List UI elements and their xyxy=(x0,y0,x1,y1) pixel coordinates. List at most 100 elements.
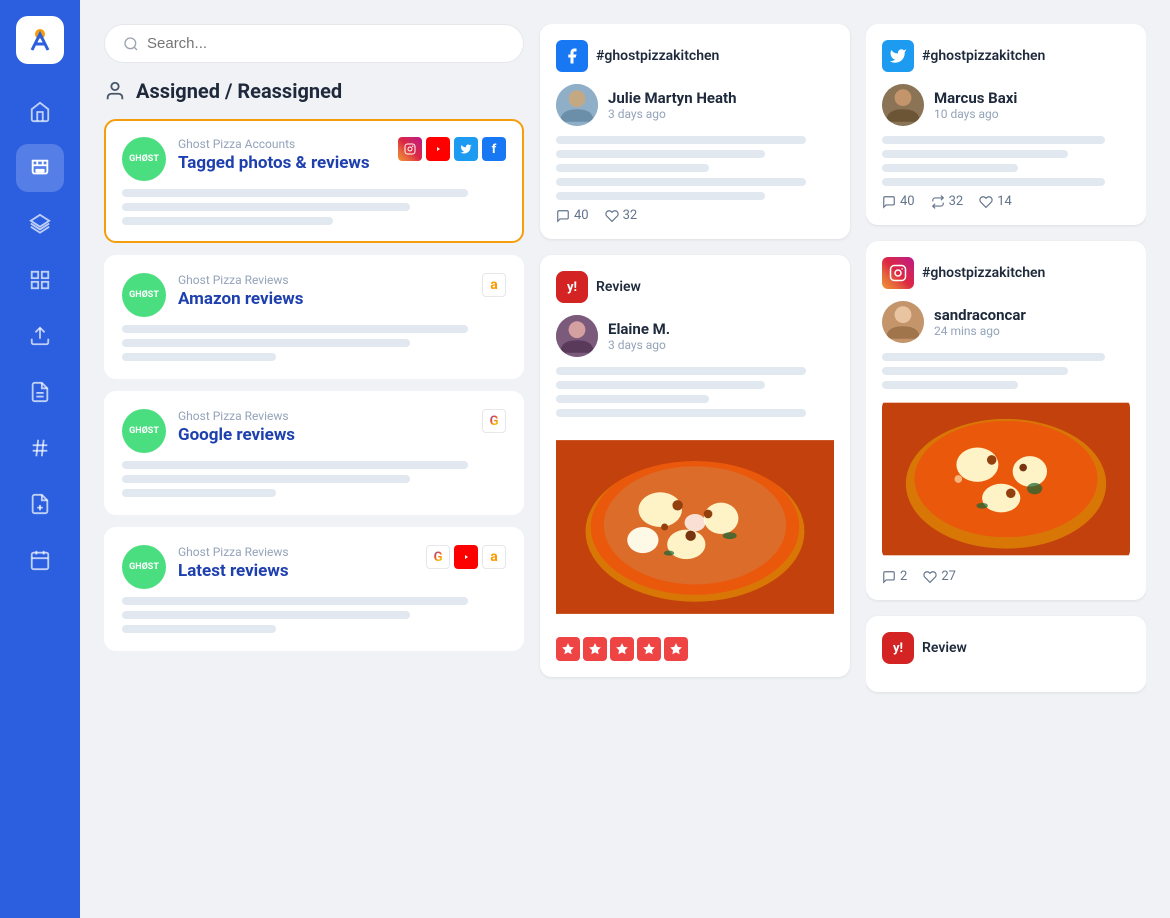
right-author-name-2: sandraconcar xyxy=(934,306,1026,324)
right-post-author-2: sandraconcar 24 mins ago xyxy=(882,301,1130,343)
stream-label-2: Ghost Pizza Reviews xyxy=(178,273,470,287)
sidebar-item-publish[interactable] xyxy=(16,312,64,360)
line xyxy=(556,164,709,172)
line xyxy=(122,189,468,197)
line xyxy=(122,339,410,347)
like-action-1[interactable]: 32 xyxy=(605,208,638,223)
stream-icons-2: a xyxy=(482,273,506,297)
line xyxy=(556,192,765,200)
post-content-2 xyxy=(556,367,834,417)
search-input[interactable] xyxy=(147,35,505,52)
post-header-1: #ghostpizzakitchen xyxy=(556,40,834,72)
stream-title-1: Tagged photos & reviews xyxy=(178,153,386,173)
sidebar-item-grid[interactable] xyxy=(16,256,64,304)
right-post-platform-label-3: Review xyxy=(922,640,967,656)
stream-card-1[interactable]: GHØST Ghost Pizza Accounts Tagged photos… xyxy=(104,119,524,243)
author-name-1: Julie Martyn Heath xyxy=(608,89,737,107)
stream-card-4[interactable]: GHØST Ghost Pizza Reviews Latest reviews… xyxy=(104,527,524,651)
star-2 xyxy=(583,637,607,661)
post-image-pizza xyxy=(556,427,834,627)
post-content-1 xyxy=(556,136,834,200)
line xyxy=(882,136,1105,144)
right-author-name-1: Marcus Baxi xyxy=(934,89,1017,107)
post-author-1: Julie Martyn Heath 3 days ago xyxy=(556,84,834,126)
sidebar xyxy=(0,0,80,918)
right-post-actions-2: 2 27 xyxy=(882,569,1130,584)
star-5 xyxy=(664,637,688,661)
stream-card-3[interactable]: GHØST Ghost Pizza Reviews Google reviews… xyxy=(104,391,524,515)
line xyxy=(882,150,1068,158)
right-post-content-1 xyxy=(882,136,1130,186)
line xyxy=(556,150,765,158)
instagram-icon xyxy=(398,137,422,161)
author-time-1: 3 days ago xyxy=(608,107,737,121)
stream-card-2[interactable]: GHØST Ghost Pizza Reviews Amazon reviews… xyxy=(104,255,524,379)
line xyxy=(122,475,410,483)
comment-action-r1[interactable]: 40 xyxy=(882,194,915,209)
sidebar-item-hashtag[interactable] xyxy=(16,424,64,472)
right-post-card-twitter: #ghostpizzakitchen Marcus Baxi 10 days a… xyxy=(866,24,1146,225)
youtube-icon xyxy=(426,137,450,161)
twitter-badge xyxy=(882,40,914,72)
line xyxy=(122,325,468,333)
stream-icons-4: G a xyxy=(426,545,506,569)
line xyxy=(882,353,1105,361)
line xyxy=(556,136,806,144)
right-post-image-pizza xyxy=(882,399,1130,559)
like-action-r2[interactable]: 27 xyxy=(923,569,956,584)
facebook-icon: f xyxy=(482,137,506,161)
main-content: Assigned / Reassigned GHØST Ghost Pizza … xyxy=(80,0,1170,918)
post-actions-1: 40 32 xyxy=(556,208,834,223)
right-author-time-1: 10 days ago xyxy=(934,107,1017,121)
line xyxy=(122,461,468,469)
twitter-icon xyxy=(454,137,478,161)
comment-icon xyxy=(882,195,896,209)
content-lines-3 xyxy=(122,461,506,497)
comment-count-1: 40 xyxy=(574,208,589,223)
line xyxy=(556,178,806,186)
comment-action-1[interactable]: 40 xyxy=(556,208,589,223)
like-count-r1: 14 xyxy=(997,194,1012,209)
stream-label-3: Ghost Pizza Reviews xyxy=(178,409,470,423)
content-lines-2 xyxy=(122,325,506,361)
ghost-avatar-3: GHØST xyxy=(122,409,166,453)
right-panel: #ghostpizzakitchen Marcus Baxi 10 days a… xyxy=(866,24,1146,894)
like-action-r1[interactable]: 14 xyxy=(979,194,1012,209)
line xyxy=(882,381,1018,389)
search-bar[interactable] xyxy=(104,24,524,63)
ghost-avatar-4: GHØST xyxy=(122,545,166,589)
sidebar-item-add-doc[interactable] xyxy=(16,480,64,528)
line xyxy=(556,409,806,417)
sidebar-item-inbox[interactable] xyxy=(16,144,64,192)
comment-action-r2[interactable]: 2 xyxy=(882,569,907,584)
right-post-content-2 xyxy=(882,353,1130,389)
right-post-hashtag-2: #ghostpizzakitchen xyxy=(922,265,1045,281)
line xyxy=(556,395,709,403)
line xyxy=(122,353,276,361)
right-post-actions-1: 40 32 14 xyxy=(882,194,1130,209)
star-1 xyxy=(556,637,580,661)
ghost-avatar-2: GHØST xyxy=(122,273,166,317)
sidebar-item-notes[interactable] xyxy=(16,368,64,416)
heart-icon xyxy=(979,195,993,209)
author-time-2: 3 days ago xyxy=(608,338,670,352)
post-header-2: y! Review xyxy=(556,271,834,303)
star-rating xyxy=(556,637,834,661)
star-4 xyxy=(637,637,661,661)
google-icon: G xyxy=(482,409,506,433)
sidebar-item-calendar[interactable] xyxy=(16,536,64,584)
line xyxy=(122,597,468,605)
sidebar-item-home[interactable] xyxy=(16,88,64,136)
stream-label-4: Ghost Pizza Reviews xyxy=(178,545,414,559)
line xyxy=(556,367,806,375)
post-platform-label-2: Review xyxy=(596,279,641,295)
retweet-action-r1[interactable]: 32 xyxy=(931,194,964,209)
sidebar-item-layers[interactable] xyxy=(16,200,64,248)
yelp-badge: y! xyxy=(556,271,588,303)
right-post-author-1: Marcus Baxi 10 days ago xyxy=(882,84,1130,126)
right-post-card-yelp: y! Review xyxy=(866,616,1146,692)
like-count-r2: 27 xyxy=(941,569,956,584)
retweet-icon xyxy=(931,195,945,209)
right-author-time-2: 24 mins ago xyxy=(934,324,1026,338)
line xyxy=(122,203,410,211)
